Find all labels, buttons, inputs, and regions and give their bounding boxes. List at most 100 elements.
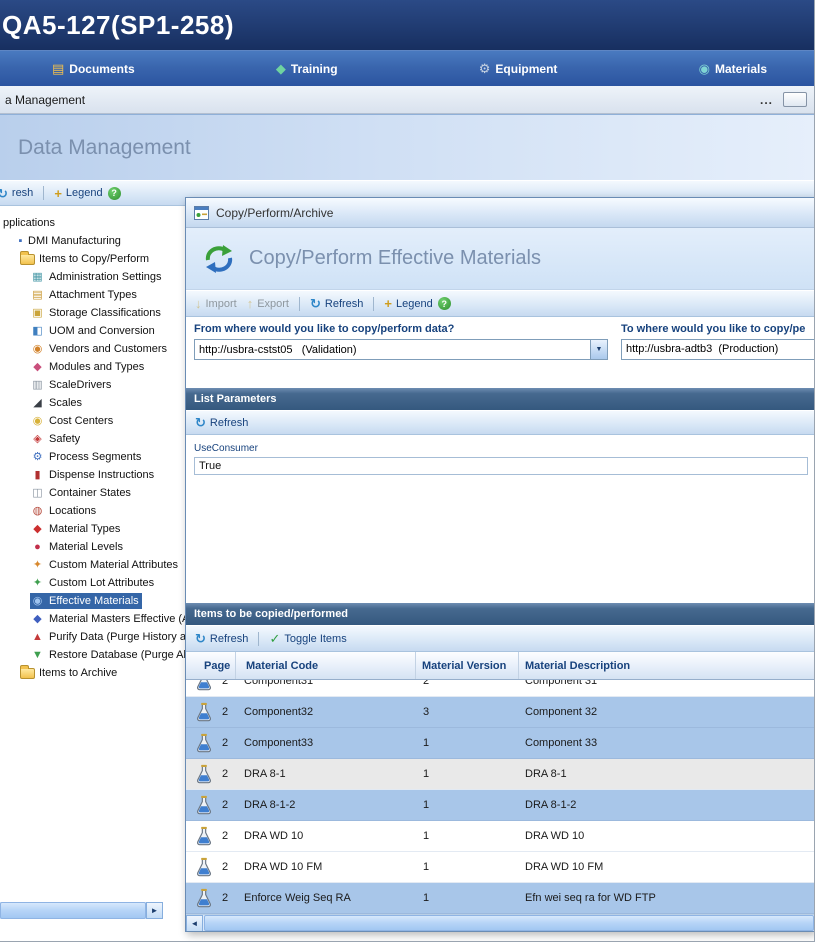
tree-root-applications[interactable]: pplications bbox=[0, 214, 185, 232]
window-strip: a Management ... bbox=[0, 86, 815, 114]
tree-item[interactable]: ▲ Purify Data (Purge History a bbox=[0, 628, 185, 646]
tree-item[interactable]: ◈ Safety bbox=[0, 430, 185, 448]
tree-node-dmi-manufacturing[interactable]: ▪ DMI Manufacturing bbox=[0, 232, 185, 250]
storage-classifications-icon: ▣ bbox=[30, 308, 45, 319]
table-row[interactable]: 2 DRA WD 10 1 DRA WD 10 bbox=[186, 821, 814, 852]
legend-button[interactable]: + Legend bbox=[49, 187, 107, 200]
folder-icon bbox=[20, 254, 35, 265]
nav-item[interactable]: ◆ Training bbox=[276, 62, 338, 76]
column-header-page[interactable]: Page bbox=[186, 652, 236, 679]
scale-drivers-icon: ▥ bbox=[30, 380, 45, 391]
tree-item[interactable]: ◉ Cost Centers bbox=[0, 412, 185, 430]
refresh-button[interactable]: ↻ Refresh bbox=[190, 416, 253, 429]
table-row[interactable]: 2 Component32 3 Component 32 bbox=[186, 697, 814, 728]
toolbar-separator bbox=[299, 297, 300, 311]
tree-horizontal-scrollbar[interactable]: ► bbox=[0, 902, 163, 919]
tree-item[interactable]: ▥ ScaleDrivers bbox=[0, 376, 185, 394]
import-button[interactable]: ↓ Import bbox=[190, 297, 242, 310]
use-consumer-label: UseConsumer bbox=[194, 443, 806, 454]
to-field[interactable]: http://usbra-adtb3 (Production) bbox=[621, 339, 815, 360]
flask-icon bbox=[194, 826, 214, 846]
flask-icon bbox=[194, 764, 214, 784]
scroll-left-button[interactable]: ◄ bbox=[186, 915, 203, 932]
legend-icon: + bbox=[384, 297, 392, 310]
nav-item[interactable]: ◉ Materials bbox=[699, 62, 767, 76]
column-header-material-description[interactable]: Material Description bbox=[519, 652, 814, 679]
scroll-right-button[interactable]: ► bbox=[146, 902, 163, 919]
scrollbar-thumb[interactable] bbox=[0, 902, 146, 919]
table-row[interactable]: 2 Component33 1 Component 33 bbox=[186, 728, 814, 759]
tree-item[interactable]: ◫ Container States bbox=[0, 484, 185, 502]
dialog-title: Copy/Perform/Archive bbox=[216, 206, 333, 220]
to-column: To where would you like to copy/pe http:… bbox=[621, 321, 815, 360]
toggle-items-button[interactable]: ✓ Toggle Items bbox=[264, 632, 351, 645]
table-row[interactable]: 2 Component31 2 Component 31 bbox=[186, 680, 814, 697]
dialog-horizontal-scrollbar[interactable]: ◄ bbox=[186, 914, 814, 931]
tree-item[interactable]: ⚙ Process Segments bbox=[0, 448, 185, 466]
column-header-material-code[interactable]: Material Code bbox=[236, 652, 416, 679]
source-target-fields: From where would you like to copy/perfor… bbox=[186, 317, 814, 388]
tree-item[interactable]: ◆ Modules and Types bbox=[0, 358, 185, 376]
tree-item[interactable]: ◍ Locations bbox=[0, 502, 185, 520]
tree-item[interactable]: ▤ Attachment Types bbox=[0, 286, 185, 304]
custom-material-attributes-icon: ✦ bbox=[30, 560, 45, 571]
nav-item[interactable]: ▤ Documents bbox=[52, 62, 135, 76]
table-row[interactable]: 2 DRA WD 10 FM 1 DRA WD 10 FM bbox=[186, 852, 814, 883]
custom-lot-attributes-icon: ✦ bbox=[30, 578, 45, 589]
dropdown-button[interactable]: ▼ bbox=[590, 340, 607, 359]
page-title: Data Management bbox=[18, 136, 191, 160]
overflow-dots[interactable]: ... bbox=[760, 93, 773, 107]
flask-icon bbox=[194, 702, 214, 722]
dialog-header: Copy/Perform Effective Materials bbox=[186, 228, 814, 290]
export-button[interactable]: ↑ Export bbox=[242, 297, 294, 310]
tree-item[interactable]: ✦ Custom Lot Attributes bbox=[0, 574, 185, 592]
chevron-down-icon: ▼ bbox=[596, 346, 603, 353]
window-icon bbox=[194, 206, 209, 220]
tree-folder-items-to-archive[interactable]: Items to Archive bbox=[0, 664, 185, 682]
tree-item[interactable]: ● Material Levels bbox=[0, 538, 185, 556]
refresh-button[interactable]: ↻ resh bbox=[0, 187, 38, 200]
refresh-icon: ↻ bbox=[195, 416, 206, 429]
list-parameters-header: List Parameters bbox=[186, 388, 814, 410]
tree-item[interactable]: ▼ Restore Database (Purge All bbox=[0, 646, 185, 664]
tree-item[interactable]: ▦ Administration Settings bbox=[0, 268, 185, 286]
table-row[interactable]: 2 Enforce Weig Seq RA 1 Efn wei seq ra f… bbox=[186, 883, 814, 914]
scrollbar-thumb[interactable] bbox=[204, 915, 814, 931]
table-row[interactable]: 2 DRA 8-1 1 DRA 8-1 bbox=[186, 759, 814, 790]
tree-item[interactable]: ◆ Material Types bbox=[0, 520, 185, 538]
training-icon: ◆ bbox=[276, 62, 286, 75]
window-restore-button[interactable] bbox=[783, 92, 807, 107]
flask-icon bbox=[194, 795, 214, 815]
refresh-button[interactable]: ↻ Refresh bbox=[305, 297, 368, 310]
flask-icon bbox=[194, 680, 214, 691]
admin-settings-icon: ▦ bbox=[30, 272, 45, 283]
help-icon[interactable]: ? bbox=[438, 297, 451, 310]
vendors-customers-icon: ◉ bbox=[30, 344, 45, 355]
tree-folder-items-to-copy[interactable]: Items to Copy/Perform bbox=[0, 250, 185, 268]
purify-data-icon: ▲ bbox=[30, 632, 45, 643]
from-combo[interactable]: http://usbra-cstst05 (Validation) ▼ bbox=[194, 339, 608, 360]
tree-item[interactable]: ✦ Custom Material Attributes bbox=[0, 556, 185, 574]
table-row[interactable]: 2 DRA 8-1-2 1 DRA 8-1-2 bbox=[186, 790, 814, 821]
uom-conversion-icon: ◧ bbox=[30, 326, 45, 337]
use-consumer-input[interactable] bbox=[194, 457, 808, 475]
column-header-material-version[interactable]: Material Version bbox=[416, 652, 519, 679]
items-toolbar: ↻ Refresh ✓ Toggle Items bbox=[186, 625, 814, 652]
tree-item[interactable]: ◧ UOM and Conversion bbox=[0, 322, 185, 340]
dialog-header-title: Copy/Perform Effective Materials bbox=[249, 247, 541, 270]
tree-item[interactable]: ◆ Material Masters Effective (A bbox=[0, 610, 185, 628]
flask-icon bbox=[194, 857, 214, 877]
tree-item[interactable]: ◉ Effective Materials bbox=[0, 592, 185, 610]
dmi-node-icon: ▪ bbox=[13, 236, 28, 247]
container-states-icon: ◫ bbox=[30, 488, 45, 499]
nav-item[interactable]: ⚙ Equipment bbox=[479, 62, 558, 76]
legend-button[interactable]: + Legend bbox=[379, 297, 437, 310]
help-icon[interactable]: ? bbox=[108, 187, 121, 200]
refresh-button[interactable]: ↻ Refresh bbox=[190, 632, 253, 645]
tree-item[interactable]: ◉ Vendors and Customers bbox=[0, 340, 185, 358]
tree-item[interactable]: ▣ Storage Classifications bbox=[0, 304, 185, 322]
tree-item[interactable]: ◢ Scales bbox=[0, 394, 185, 412]
dialog-titlebar[interactable]: Copy/Perform/Archive bbox=[186, 198, 814, 228]
safety-icon: ◈ bbox=[30, 434, 45, 445]
tree-item[interactable]: ▮ Dispense Instructions bbox=[0, 466, 185, 484]
